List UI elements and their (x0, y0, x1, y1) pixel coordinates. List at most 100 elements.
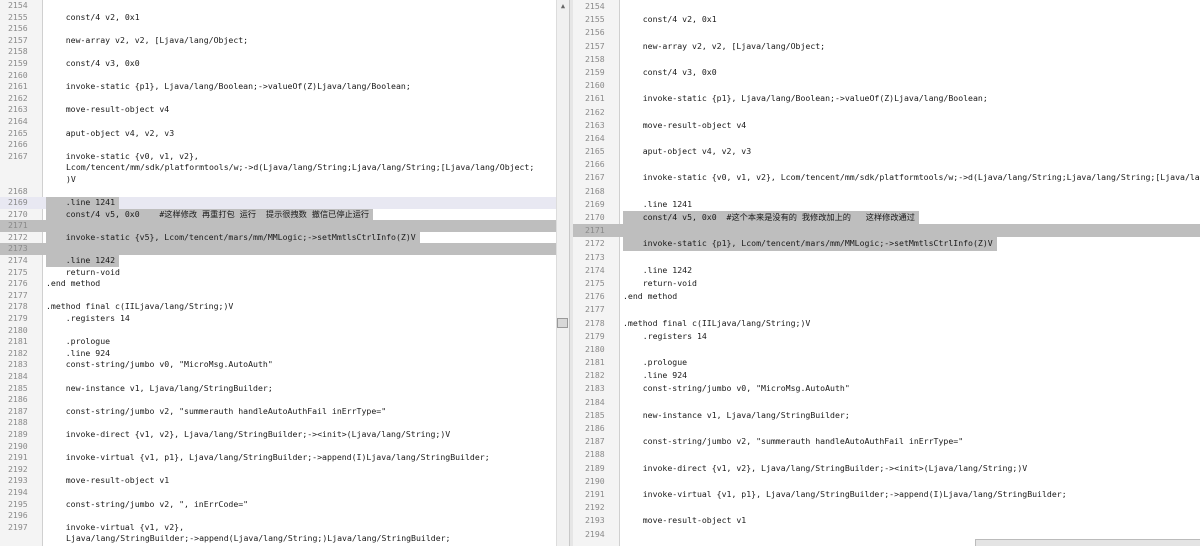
code-line[interactable]: 2154 (0, 0, 556, 12)
code-line[interactable]: 2168 (0, 186, 556, 198)
code-line[interactable]: 2190 (0, 441, 556, 453)
code-line[interactable]: 2172 invoke-static {p1}, Lcom/tencent/ma… (573, 237, 1200, 251)
code-line[interactable]: 2166 (573, 158, 1200, 171)
code-line[interactable]: 2177 (0, 290, 556, 302)
code-line[interactable]: 2186 (0, 394, 556, 406)
code-line[interactable]: 2154 (573, 0, 1200, 13)
code-line[interactable]: 2158 (0, 46, 556, 58)
right-code-lines[interactable]: 2154 2155 const/4 v2, 0x1 2156 2157 new-arr… (573, 0, 1200, 541)
code-line[interactable]: 2157 new-array v2, v2, [Ljava/lang/Objec… (573, 40, 1200, 53)
code-line[interactable]: 2163 move-result-object v4 (0, 104, 556, 116)
code-line[interactable]: 2184 (573, 396, 1200, 409)
code-line[interactable]: 2193 move-result-object v1 (0, 475, 556, 487)
code-line[interactable]: 2168 (573, 185, 1200, 198)
code-line[interactable]: 2182 .line 924 (0, 348, 556, 360)
code-line[interactable]: 2156 (573, 26, 1200, 39)
code-line[interactable]: 2192 (573, 501, 1200, 514)
code-line[interactable]: 2188 (0, 417, 556, 429)
code-line[interactable]: 2170 const/4 v5, 0x0 #这样修改 再重打包 运行 提示很拽数… (0, 208, 556, 221)
code-line[interactable]: Lcom/tencent/mm/sdk/platformtools/w;->d(… (0, 162, 556, 174)
code-line[interactable]: 2165 aput-object v4, v2, v3 (0, 128, 556, 140)
code-line[interactable]: 2155 const/4 v2, 0x1 (573, 13, 1200, 26)
code-line[interactable]: 2166 (0, 139, 556, 151)
code-line[interactable]: 2189 invoke-direct {v1, v2}, Ljava/lang/… (0, 429, 556, 441)
code-line[interactable]: 2196 (0, 510, 556, 522)
code-line[interactable]: 2193 move-result-object v1 (573, 514, 1200, 527)
line-code: invoke-static {p1}, Ljava/lang/Boolean;-… (46, 81, 411, 92)
code-line[interactable]: 2171 (573, 224, 1200, 238)
code-line[interactable]: 2173 (573, 251, 1200, 264)
code-line[interactable]: 2175 return-void (573, 277, 1200, 290)
code-line[interactable]: 2160 (0, 70, 556, 82)
code-line[interactable]: 2188 (573, 448, 1200, 461)
code-line[interactable]: 2156 (0, 23, 556, 35)
code-line[interactable]: 2179 .registers 14 (0, 313, 556, 325)
code-line[interactable]: 2172 invoke-static {v5}, Lcom/tencent/ma… (0, 231, 556, 244)
code-line[interactable]: 2175 return-void (0, 267, 556, 279)
code-line[interactable]: 2162 (0, 93, 556, 105)
line-code: const-string/jumbo v0, "MicroMsg.AutoAut… (623, 383, 850, 394)
code-line[interactable]: 2189 invoke-direct {v1, v2}, Ljava/lang/… (573, 462, 1200, 475)
code-line[interactable]: 2197 invoke-virtual {v1, v2}, (0, 522, 556, 534)
code-line[interactable]: 2159 const/4 v3, 0x0 (0, 58, 556, 70)
code-line[interactable]: 2162 (573, 106, 1200, 119)
code-line[interactable]: 2185 new-instance v1, Ljava/lang/StringB… (0, 383, 556, 395)
code-line[interactable]: 2164 (0, 116, 556, 128)
line-code: const/4 v2, 0x1 (623, 14, 717, 25)
code-line[interactable]: 2158 (573, 53, 1200, 66)
code-line[interactable]: 2181 .prologue (0, 336, 556, 348)
code-line[interactable]: 2192 (0, 464, 556, 476)
code-line[interactable]: 2176 .end method (0, 278, 556, 290)
code-line[interactable]: 2180 (573, 343, 1200, 356)
code-line[interactable]: 2161 invoke-static {p1}, Ljava/lang/Bool… (573, 92, 1200, 105)
code-line[interactable]: 2183 const-string/jumbo v0, "MicroMsg.Au… (573, 382, 1200, 395)
right-editor-pane[interactable]: 2154 2155 const/4 v2, 0x1 2156 2157 new-arr… (573, 0, 1200, 546)
line-number: 2191 (8, 452, 28, 463)
scrollbar-position-marker[interactable] (557, 318, 568, 328)
line-number: 2175 (8, 266, 28, 277)
code-line[interactable]: )V (0, 174, 556, 186)
code-line[interactable]: 2167 invoke-static {v0, v1, v2}, Lcom/te… (573, 171, 1200, 184)
code-line[interactable]: 2174 .line 1242 (0, 255, 556, 267)
code-line[interactable]: 2167 invoke-static {v0, v1, v2}, (0, 151, 556, 163)
code-line[interactable]: 2173 (0, 243, 556, 256)
code-line[interactable]: 2180 (0, 325, 556, 337)
code-line[interactable]: 2187 const-string/jumbo v2, "summerauth … (573, 435, 1200, 448)
code-line[interactable]: 2191 invoke-virtual {v1, p1}, Ljava/lang… (0, 452, 556, 464)
code-line[interactable]: 2157 new-array v2, v2, [Ljava/lang/Objec… (0, 35, 556, 47)
code-line[interactable]: 2195 const-string/jumbo v2, ", inErrCode… (0, 499, 556, 511)
code-line[interactable]: 2183 const-string/jumbo v0, "MicroMsg.Au… (0, 359, 556, 371)
code-line[interactable]: 2169 .line 1241 (0, 197, 556, 209)
code-line[interactable]: 2155 const/4 v2, 0x1 (0, 12, 556, 24)
code-line[interactable]: 2174 .line 1242 (573, 264, 1200, 277)
code-line[interactable]: 2176 .end method (573, 290, 1200, 303)
code-line[interactable]: 2159 const/4 v3, 0x0 (573, 66, 1200, 79)
left-editor-pane[interactable]: 2154 2155 const/4 v2, 0x1 2156 2157 new-arr… (0, 0, 556, 546)
code-line[interactable]: 2169 .line 1241 (573, 198, 1200, 211)
code-line[interactable]: 2179 .registers 14 (573, 330, 1200, 343)
code-line[interactable]: 2170 const/4 v5, 0x0 #这个本来是没有的 我修改加上的 这样… (573, 211, 1200, 225)
code-line[interactable]: 2190 (573, 475, 1200, 488)
left-code-lines[interactable]: 2154 2155 const/4 v2, 0x1 2156 2157 new-arr… (0, 0, 556, 545)
line-number: 2170 (585, 212, 605, 222)
code-line[interactable]: 2178 .method final c(IILjava/lang/String;… (0, 301, 556, 313)
code-line[interactable]: 2184 (0, 371, 556, 383)
code-line[interactable]: Ljava/lang/StringBuilder;->append(Ljava/… (0, 533, 556, 545)
code-line[interactable]: 2160 (573, 79, 1200, 92)
code-line[interactable]: 2194 (0, 487, 556, 499)
code-line[interactable]: 2185 new-instance v1, Ljava/lang/StringB… (573, 409, 1200, 422)
code-line[interactable]: 2187 const-string/jumbo v2, "summerauth … (0, 406, 556, 418)
code-line[interactable]: 2164 (573, 132, 1200, 145)
code-line[interactable]: 2163 move-result-object v4 (573, 119, 1200, 132)
left-vertical-scrollbar[interactable]: ▲ (556, 0, 570, 546)
code-line[interactable]: 2182 .line 924 (573, 369, 1200, 382)
scroll-up-arrow-icon[interactable]: ▲ (557, 0, 569, 12)
code-line[interactable]: 2181 .prologue (573, 356, 1200, 369)
code-line[interactable]: 2178 .method final c(IILjava/lang/String;… (573, 317, 1200, 330)
code-line[interactable]: 2191 invoke-virtual {v1, p1}, Ljava/lang… (573, 488, 1200, 501)
code-line[interactable]: 2165 aput-object v4, v2, v3 (573, 145, 1200, 158)
code-line[interactable]: 2186 (573, 422, 1200, 435)
code-line[interactable]: 2177 (573, 303, 1200, 316)
code-line[interactable]: 2171 (0, 220, 556, 232)
code-line[interactable]: 2161 invoke-static {p1}, Ljava/lang/Bool… (0, 81, 556, 93)
